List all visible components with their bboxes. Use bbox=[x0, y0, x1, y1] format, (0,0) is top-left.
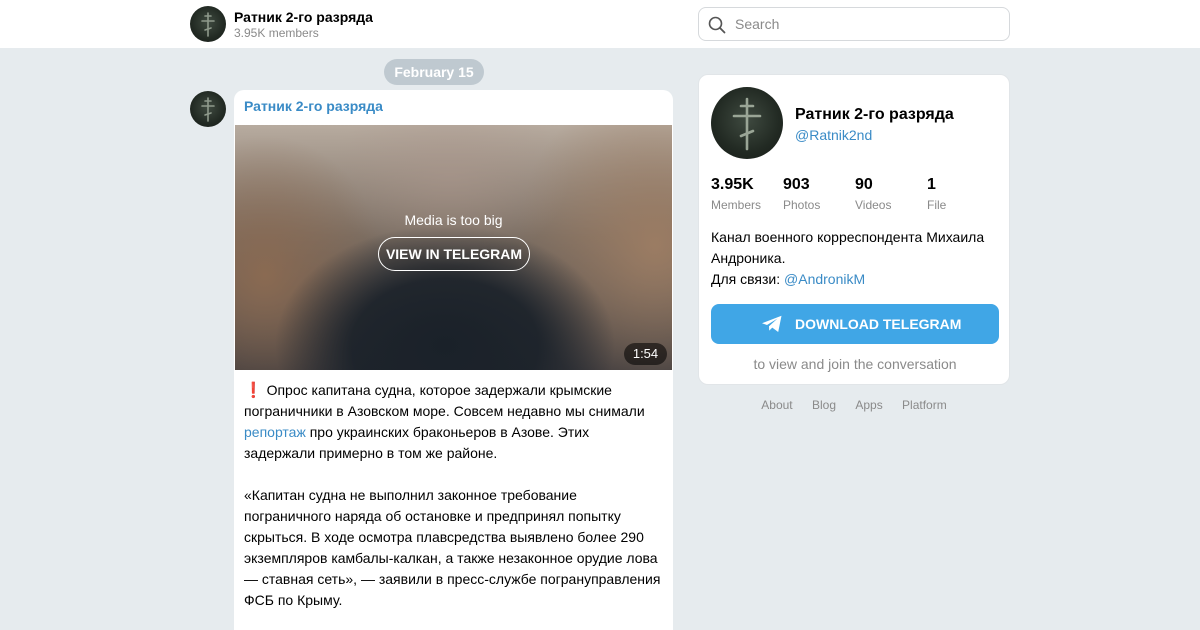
stat-value: 903 bbox=[783, 176, 810, 193]
message-bubble: Ратник 2-го разряда Media is too big VIE… bbox=[234, 90, 673, 630]
channel-info-card: Ратник 2-го разряда @Ratnik2nd 3.95K Mem… bbox=[698, 74, 1010, 385]
stat-members: 3.95K Members bbox=[711, 176, 761, 212]
stat-label: Videos bbox=[855, 198, 892, 212]
footer-link-blog[interactable]: Blog bbox=[812, 398, 836, 412]
description-line: Канал военного корреспондента Михаила Ан… bbox=[711, 229, 985, 266]
stat-photos: 903 Photos bbox=[783, 176, 820, 212]
orthodox-cross-icon bbox=[201, 97, 215, 122]
stat-label: Members bbox=[711, 198, 762, 212]
footer-links: About Blog Apps Platform bbox=[698, 398, 1010, 412]
download-telegram-button[interactable]: DOWNLOAD TELEGRAM bbox=[711, 304, 999, 344]
header-channel-title[interactable]: Ратник 2-го разряда bbox=[234, 9, 373, 25]
orthodox-cross-icon bbox=[732, 97, 762, 151]
stat-label: File bbox=[927, 198, 947, 212]
orthodox-cross-icon bbox=[201, 12, 215, 37]
contact-link[interactable]: @AndronikM bbox=[784, 271, 865, 287]
footer-link-apps[interactable]: Apps bbox=[855, 398, 882, 412]
stat-files: 1 File bbox=[927, 176, 946, 212]
stat-value: 1 bbox=[927, 176, 936, 193]
report-link[interactable]: репортаж bbox=[244, 424, 306, 440]
stat-value: 3.95K bbox=[711, 176, 754, 193]
video-thumbnail[interactable]: Media is too big VIEW IN TELEGRAM 1:54 bbox=[235, 125, 672, 370]
header-member-count: 3.95K members bbox=[234, 26, 319, 40]
stat-label: Photos bbox=[783, 198, 821, 212]
date-separator: February 15 bbox=[384, 59, 484, 85]
post-paragraph: «Капитан судна не выполнил законное треб… bbox=[244, 487, 661, 608]
download-button-label: DOWNLOAD TELEGRAM bbox=[795, 316, 962, 332]
video-duration-badge: 1:54 bbox=[624, 343, 667, 365]
join-hint-text: to view and join the conversation bbox=[753, 356, 957, 372]
search-input[interactable] bbox=[735, 14, 995, 34]
footer-link-about[interactable]: About bbox=[761, 398, 792, 412]
channel-description: Канал военного корреспондента Михаила Ан… bbox=[711, 227, 1001, 290]
channel-avatar[interactable] bbox=[190, 6, 226, 42]
telegram-plane-icon bbox=[762, 315, 782, 332]
media-too-big-notice: Media is too big bbox=[404, 212, 503, 228]
stat-value: 90 bbox=[855, 176, 873, 193]
exclamation-icon: ❗ bbox=[244, 382, 263, 399]
view-in-telegram-button[interactable]: VIEW IN TELEGRAM bbox=[378, 237, 530, 271]
post-paragraph: ❗ Опрос капитана судна, которое задержал… bbox=[244, 380, 664, 464]
channel-title: Ратник 2-го разряда bbox=[795, 106, 954, 123]
stat-videos: 90 Videos bbox=[855, 176, 891, 212]
contact-line: Для связи: @AndronikM bbox=[711, 269, 1001, 290]
channel-avatar-large bbox=[711, 87, 783, 159]
footer-link-platform[interactable]: Platform bbox=[902, 398, 947, 412]
search-box[interactable] bbox=[698, 7, 1010, 41]
search-icon bbox=[708, 16, 726, 34]
channel-username-link[interactable]: @Ratnik2nd bbox=[795, 127, 872, 143]
post-author-avatar[interactable] bbox=[190, 91, 226, 127]
post-text-segment: Опрос капитана судна, которое задержали … bbox=[244, 382, 645, 419]
post-author-name[interactable]: Ратник 2-го разряда bbox=[244, 98, 383, 114]
top-header: Ратник 2-го разряда 3.95K members bbox=[0, 0, 1200, 48]
post-text: ❗ Опрос капитана судна, которое задержал… bbox=[244, 380, 664, 611]
contact-label: Для связи: bbox=[711, 271, 785, 287]
